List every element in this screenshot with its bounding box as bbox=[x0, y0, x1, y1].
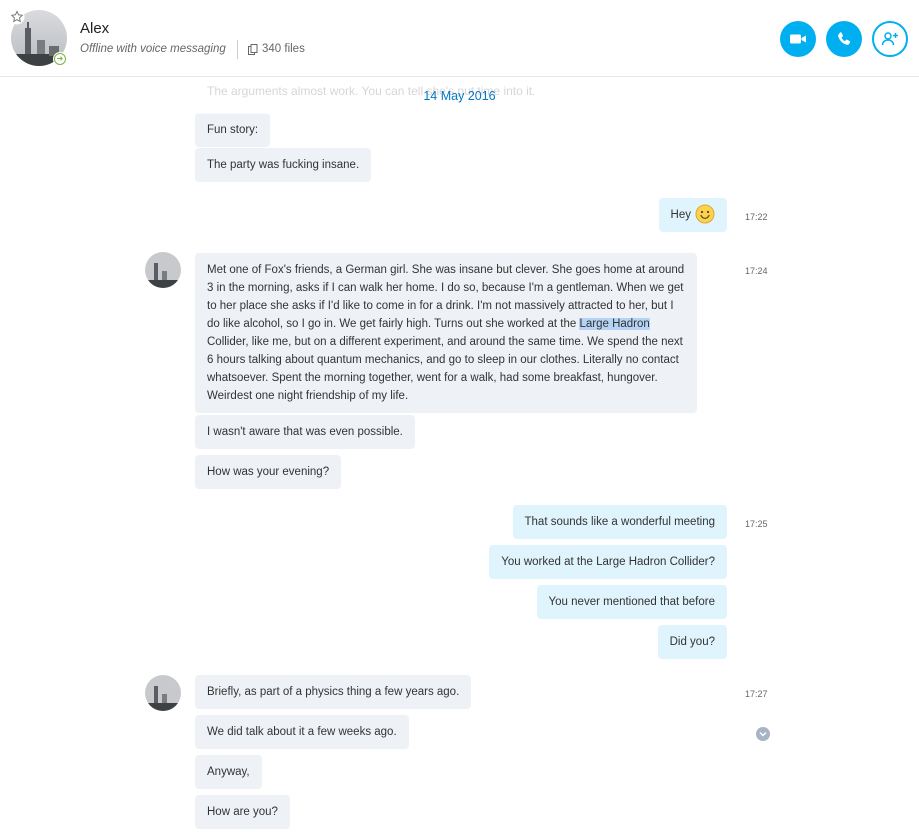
chat-header: ➜ Alex Offline with voice messaging 340 … bbox=[0, 0, 919, 77]
sender-avatar[interactable] bbox=[145, 252, 181, 288]
date-label: 14 May 2016 bbox=[423, 89, 496, 103]
add-person-icon bbox=[881, 32, 898, 46]
message-bubble-incoming[interactable]: We did talk about it a few weeks ago. bbox=[195, 715, 409, 749]
message-bubble-incoming[interactable]: Briefly, as part of a physics thing a fe… bbox=[195, 675, 472, 709]
message-bubble-outgoing[interactable]: You worked at the Large Hadron Collider? bbox=[489, 545, 727, 579]
video-call-button[interactable] bbox=[780, 21, 816, 57]
chevron-down-icon bbox=[759, 732, 767, 737]
message-bubble-outgoing[interactable]: Did you? bbox=[657, 625, 727, 659]
message-bubble-incoming[interactable]: Fun story: bbox=[195, 113, 271, 147]
add-participant-button[interactable] bbox=[872, 21, 908, 57]
sender-avatar[interactable] bbox=[145, 675, 181, 711]
message-bubble-outgoing[interactable]: You never mentioned that before bbox=[536, 585, 727, 619]
message-timestamp: 17:22 bbox=[745, 212, 768, 222]
message-bubble-incoming[interactable]: The party was fucking insane. bbox=[195, 148, 372, 182]
contact-name[interactable]: Alex bbox=[80, 20, 109, 37]
presence-status-icon: ➜ bbox=[53, 52, 67, 66]
smile-emoji-icon bbox=[695, 204, 715, 224]
message-bubble-incoming[interactable]: I wasn't aware that was even possible. bbox=[195, 415, 415, 449]
date-separator: The arguments almost work. You can tell … bbox=[0, 80, 919, 114]
video-camera-icon bbox=[790, 34, 806, 44]
files-icon bbox=[248, 43, 258, 55]
files-count: 340 files bbox=[262, 43, 305, 55]
message-text: Hey bbox=[670, 209, 691, 222]
header-divider bbox=[237, 40, 238, 59]
message-bubble-incoming[interactable]: Anyway, bbox=[195, 755, 262, 789]
message-bubble-incoming[interactable]: How are you? bbox=[195, 795, 290, 829]
message-bubble-outgoing[interactable]: Hey bbox=[658, 198, 727, 233]
message-bubble-incoming[interactable]: How was your evening? bbox=[195, 455, 342, 489]
audio-call-button[interactable] bbox=[826, 21, 862, 57]
message-timestamp: 17:24 bbox=[745, 266, 768, 276]
highlighted-text: Large Hadron bbox=[579, 318, 650, 330]
contact-avatar[interactable]: ➜ bbox=[9, 9, 67, 66]
message-timestamp: 17:25 bbox=[745, 519, 768, 529]
message-bubble-outgoing[interactable]: That sounds like a wonderful meeting bbox=[512, 505, 727, 539]
shared-files-link[interactable]: 340 files bbox=[248, 43, 305, 55]
message-bubble-incoming[interactable]: Met one of Fox's friends, a German girl.… bbox=[195, 253, 697, 413]
message-timestamp: 17:27 bbox=[745, 689, 768, 699]
favorite-star-icon[interactable] bbox=[9, 9, 25, 25]
message-text-part: Collider, like me, but on a different ex… bbox=[207, 336, 683, 402]
contact-status-text: Offline with voice messaging bbox=[80, 43, 226, 55]
scroll-down-button[interactable] bbox=[756, 727, 770, 741]
phone-icon bbox=[838, 32, 851, 45]
